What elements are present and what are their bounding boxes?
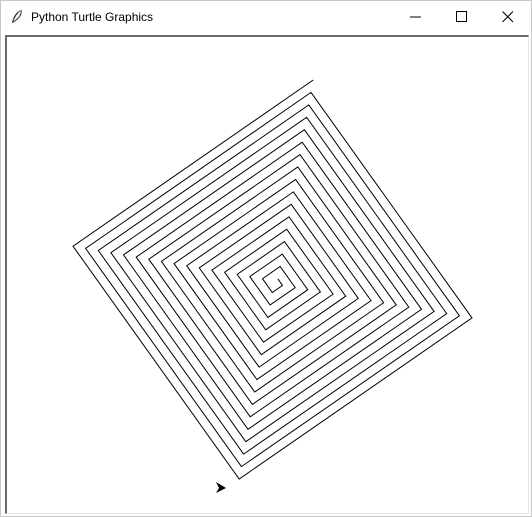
close-icon <box>502 11 514 23</box>
maximize-icon <box>456 11 467 22</box>
close-button[interactable] <box>485 1 531 33</box>
feather-icon <box>10 9 24 25</box>
minimize-icon <box>410 16 421 18</box>
arrow-icon <box>216 482 226 493</box>
turtle-drawing <box>72 79 473 493</box>
window-title: Python Turtle Graphics <box>31 10 154 24</box>
minimize-button[interactable] <box>393 1 439 33</box>
maximize-button[interactable] <box>439 1 485 33</box>
square-spiral <box>72 79 473 480</box>
turtle-canvas[interactable] <box>5 35 529 514</box>
title-bar[interactable]: Python Turtle Graphics <box>1 1 531 33</box>
turtle-window: Python Turtle Graphics <box>0 0 532 517</box>
